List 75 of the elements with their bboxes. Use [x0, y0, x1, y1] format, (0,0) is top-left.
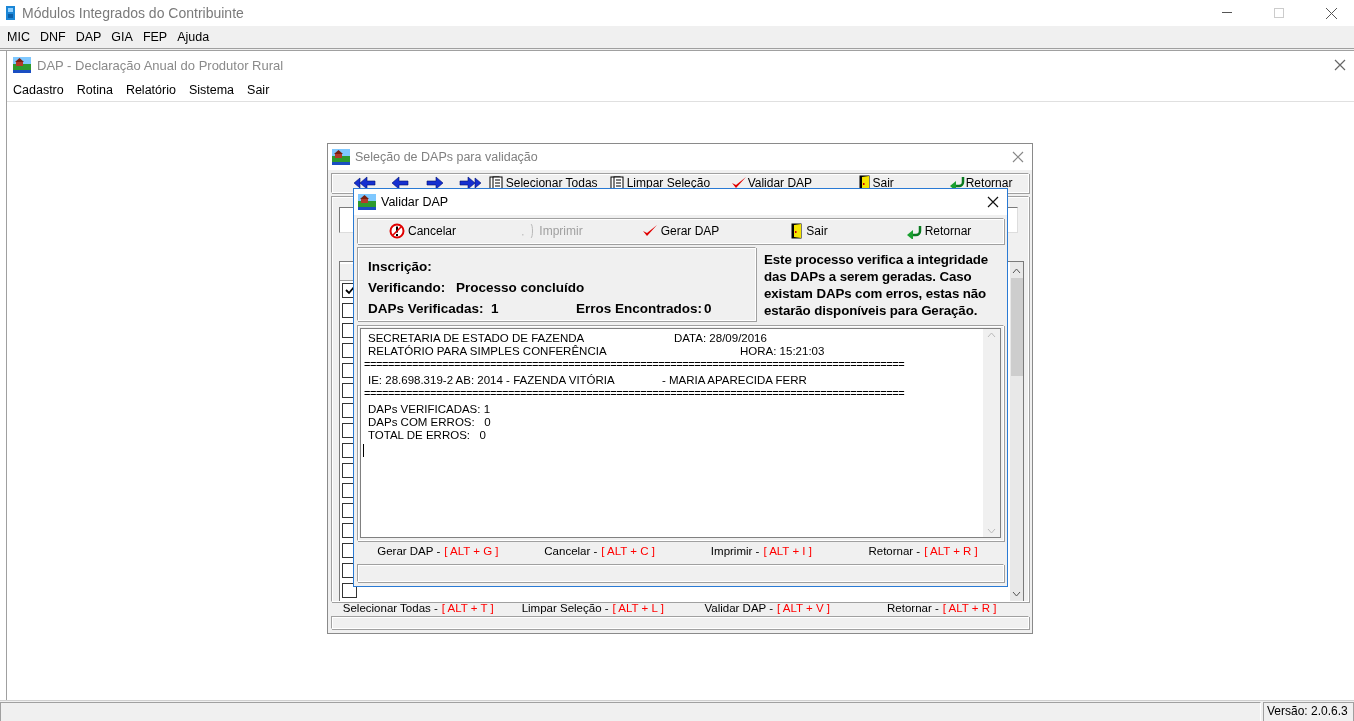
field-label: Verificando: — [368, 280, 447, 295]
close-icon — [1325, 7, 1337, 19]
shortcut-keys: [ ALT + C ] — [601, 545, 655, 558]
shortcut-keys: [ ALT + I ] — [763, 545, 812, 558]
menu-item[interactable]: Sistema — [182, 83, 242, 97]
double-right-arrow-icon — [458, 175, 483, 190]
report-text: HORA: 15:21:03 — [740, 345, 825, 358]
farm-icon — [13, 57, 31, 73]
dialog-title: Seleção de DAPs para validação — [355, 150, 538, 164]
shortcut-label: Cancelar - — [544, 545, 598, 558]
report-text: DAPs VERIFICADAS: 1 — [368, 403, 491, 416]
shortcut-label: Retornar - — [887, 601, 939, 614]
version-label: Versão: 2.0.6.3 — [1263, 702, 1354, 721]
toolbar-button[interactable]: Gerar DAP — [641, 224, 720, 238]
description-text: Este processo verifica a integridade das DAPs a serem geradas. Caso existam DAPs com erros, estas não estarão disponíveis para Geração. — [763, 251, 990, 320]
text-cursor — [363, 444, 364, 457]
shortcut-label: Validar DAP - — [704, 601, 774, 614]
report-text: DAPs COM ERROS: 0 — [368, 416, 491, 429]
shortcut-label: Gerar DAP - — [377, 545, 441, 558]
left-arrow-icon — [390, 175, 409, 190]
field-value: Processo concluído — [456, 280, 585, 295]
toolbar-button[interactable]: Retornar — [905, 223, 972, 239]
farm-icon — [358, 194, 376, 210]
toolbar-button[interactable]: Sair — [791, 223, 828, 239]
door-icon — [791, 223, 804, 239]
app-icon — [6, 5, 16, 21]
double-left-arrow-icon — [351, 175, 376, 190]
field-label: Inscrição: — [368, 259, 432, 274]
toolbar-button[interactable]: Cancelar — [389, 223, 456, 239]
menu-item[interactable]: Relatório — [119, 83, 183, 97]
stop-icon — [389, 223, 405, 239]
farm-icon — [332, 149, 350, 165]
menu-item[interactable]: FEP — [137, 27, 173, 47]
field-value: 1 — [491, 301, 500, 316]
report-rule: ========================================================================================== — [364, 387, 905, 400]
shortcut-keys: [ ALT + G ] — [444, 545, 499, 558]
dialog-title: Validar DAP — [381, 195, 449, 209]
close-icon[interactable] — [987, 196, 999, 208]
maximize-icon — [1274, 8, 1284, 18]
menu-item[interactable]: Cadastro — [7, 83, 71, 97]
report-rule: ========================================================================================== — [364, 358, 905, 371]
menu-item[interactable]: DNF — [34, 27, 71, 47]
check-icon — [641, 224, 658, 238]
return-arrow-icon — [905, 223, 922, 239]
menu-item[interactable]: GIA — [106, 27, 138, 47]
child-window-title: DAP - Declaração Anual do Produtor Rural — [37, 57, 284, 73]
shortcut-label: Limpar Seleção - — [521, 601, 609, 614]
shortcut-keys: [ ALT + V ] — [777, 601, 831, 614]
minimize-icon — [1222, 12, 1232, 14]
menu-item[interactable]: Ajuda — [172, 27, 215, 47]
report-text: IE: 28.698.319-2 AB: 2014 - FAZENDA VITÓRIA — [368, 374, 616, 387]
field-label: DAPs Verificadas: — [368, 301, 485, 316]
right-arrow-icon — [426, 175, 445, 190]
menu-item[interactable]: DAP — [70, 27, 107, 47]
menu-item[interactable]: Sair — [241, 83, 277, 97]
shortcut-keys: [ ALT + T ] — [441, 601, 494, 614]
report-text: TOTAL DE ERROS: 0 — [368, 429, 486, 442]
shortcut-label: Imprimir - — [710, 545, 760, 558]
shortcut-label: Selecionar Todas - — [342, 601, 438, 614]
menu-item[interactable]: Rotina — [70, 83, 120, 97]
field-label: Erros Encontrados: — [576, 301, 704, 316]
report-text: RELATÓRIO PARA SIMPLES CONFERÊNCIA — [368, 345, 608, 358]
menu-item[interactable]: MIC — [2, 27, 35, 47]
report-text: SECRETARIA DE ESTADO DE FAZENDA — [368, 332, 586, 345]
shortcut-keys: [ ALT + R ] — [942, 601, 997, 614]
report-text: DATA: 28/09/2016 — [674, 332, 767, 345]
report-text: - MARIA APARECIDA FERR — [662, 374, 807, 387]
shortcut-label: Retornar - — [868, 545, 921, 558]
shortcut-keys: [ ALT + L ] — [612, 601, 664, 614]
window-title: Módulos Integrados do Contribuinte — [22, 5, 244, 21]
field-value: 0 — [704, 301, 712, 316]
scrollbar[interactable] — [1010, 261, 1023, 601]
scrollbar[interactable] — [983, 329, 1000, 537]
shortcut-keys: [ ALT + R ] — [924, 545, 978, 558]
toolbar-button[interactable]: Validar DAP — [730, 175, 860, 190]
